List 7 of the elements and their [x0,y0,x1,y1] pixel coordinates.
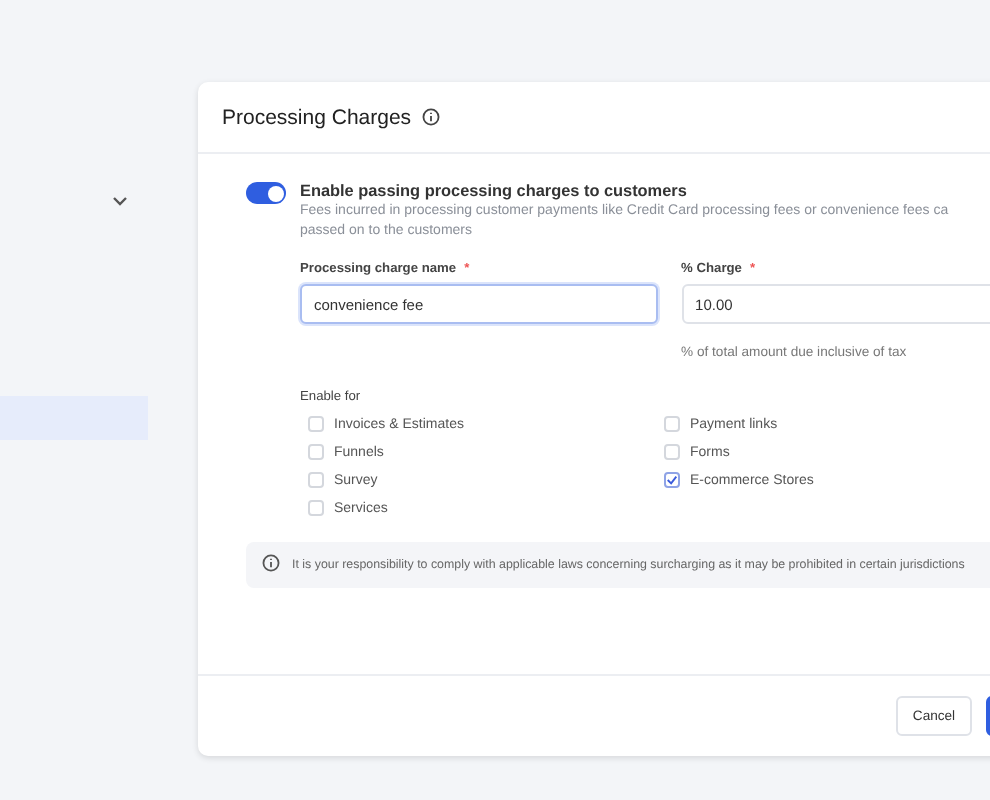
info-icon[interactable] [421,108,440,126]
modal-title: Processing Charges [222,105,412,129]
toggle-label: Enable passing processing charges to customers [300,180,689,202]
chevron-down-icon[interactable] [112,196,128,206]
info-icon [262,554,280,572]
checkbox[interactable] [664,472,680,488]
toggle-switch[interactable] [246,182,286,204]
